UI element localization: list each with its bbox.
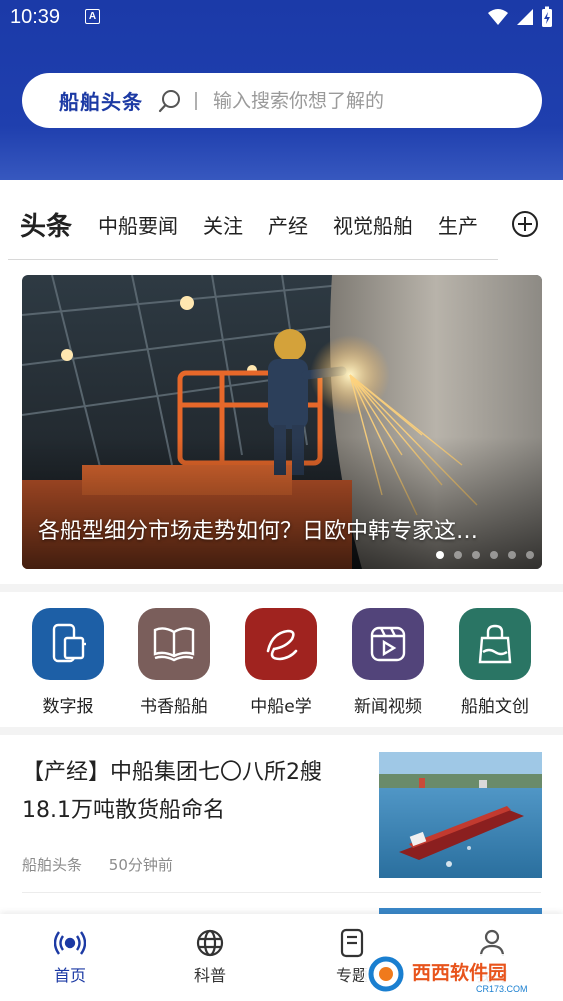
quick-link-digital-newspaper[interactable]: 数字报 [15, 608, 121, 717]
news-item[interactable]: 【产经】中船集团七〇八所2艘18.1万吨散货船命名 船舶头条 50分钟前 [0, 736, 563, 896]
carousel-dot [490, 551, 498, 559]
quick-link-news-video[interactable]: 新闻视频 [335, 608, 441, 717]
tab-industry[interactable]: 产经 [268, 210, 308, 239]
quick-link-books[interactable]: 书香船舶 [121, 608, 227, 717]
quick-links: 数字报 书香船舶 中船e学 新闻视频 船舶文创 [0, 600, 563, 725]
carousel-dot [526, 551, 534, 559]
search-bar[interactable]: 船舶头条 [22, 73, 542, 128]
digital-newspaper-icon [32, 608, 104, 680]
search-divider [195, 91, 197, 110]
watermark-logo: 西西软件园 CR173.COM [364, 954, 563, 995]
carousel-dot [508, 551, 516, 559]
carousel-dot [472, 551, 480, 559]
banner-title: 各船型细分市场走势如何？日欧中韩专家这… [38, 519, 479, 544]
category-tabs: 头条 中船要闻 关注 产经 视觉船舶 生产 [0, 190, 563, 260]
broadcast-icon [54, 931, 86, 955]
news-thumbnail [379, 752, 542, 878]
quick-link-label: 书香船舶 [140, 697, 208, 717]
app-header: 10:39 A 船舶头条 [0, 0, 563, 180]
status-bar: 10:39 A [0, 0, 563, 34]
tab-headlines[interactable]: 头条 [20, 206, 72, 243]
e-learning-icon [245, 608, 317, 680]
tab-csgc-news[interactable]: 中船要闻 [98, 210, 178, 239]
carousel-dot [454, 551, 462, 559]
carousel-indicator [436, 551, 534, 559]
wifi-icon [488, 9, 508, 25]
quick-link-label: 新闻视频 [354, 697, 422, 717]
status-time: 10:39 [10, 6, 61, 28]
news-source: 船舶头条 [22, 856, 83, 874]
news-meta: 船舶头条 50分钟前 [22, 854, 173, 875]
headline-carousel[interactable]: 各船型细分市场走势如何？日欧中韩专家这… [22, 275, 542, 569]
tab-visual-ships[interactable]: 视觉船舶 [333, 210, 413, 239]
search-icon[interactable] [157, 88, 183, 114]
search-input[interactable] [213, 89, 443, 112]
nav-label: 首页 [53, 966, 86, 985]
watermark-sub: CR173.COM [476, 984, 528, 994]
shopping-bag-icon [459, 608, 531, 680]
globe-icon [196, 929, 224, 957]
document-icon [340, 928, 364, 958]
status-icons [487, 6, 553, 28]
watermark-text: 西西软件园 [412, 961, 507, 984]
search-brand-label: 船舶头条 [59, 90, 143, 114]
section-divider [0, 584, 563, 592]
add-tab-icon[interactable] [511, 210, 539, 238]
carousel-dot [436, 551, 444, 559]
signal-icon [517, 9, 533, 25]
quick-link-label: 船舶文创 [461, 697, 529, 717]
book-icon [138, 608, 210, 680]
tab-production[interactable]: 生产 [438, 210, 478, 239]
video-icon [352, 608, 424, 680]
battery-icon [542, 6, 552, 27]
news-divider [22, 892, 541, 893]
news-time: 50分钟前 [108, 856, 173, 874]
quick-link-label: 中船e学 [250, 697, 312, 717]
quick-link-label: 数字报 [42, 697, 94, 717]
quick-link-e-learning[interactable]: 中船e学 [228, 608, 334, 717]
notification-icon: A [85, 9, 100, 24]
section-divider [0, 727, 563, 735]
tab-list: 头条 中船要闻 关注 产经 视觉船舶 生产 [8, 190, 498, 260]
nav-label: 科普 [193, 966, 226, 985]
nav-home[interactable]: 首页 [30, 928, 110, 986]
quick-link-creative[interactable]: 船舶文创 [442, 608, 548, 717]
news-title: 【产经】中船集团七〇八所2艘18.1万吨散货船命名 [22, 760, 322, 823]
tab-follow[interactable]: 关注 [203, 210, 243, 239]
nav-science[interactable]: 科普 [170, 928, 250, 986]
